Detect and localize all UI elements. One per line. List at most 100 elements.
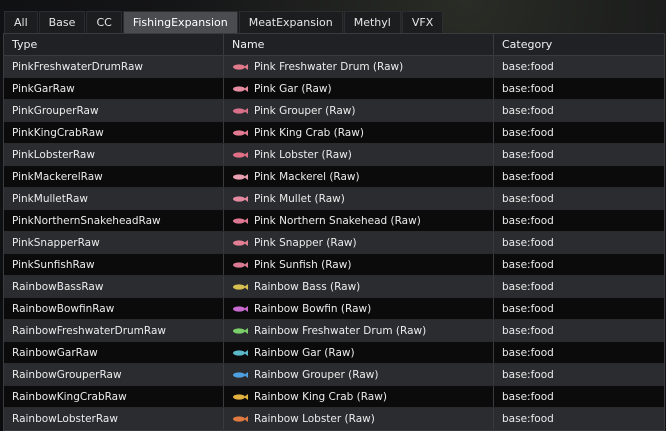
- table-row[interactable]: RainbowFreshwaterDrumRaw Rainbow Freshwat…: [4, 320, 664, 342]
- type-cell: PinkSnapperRaw: [4, 232, 224, 253]
- category-cell: base:food: [502, 104, 554, 117]
- items-table: Type Name Category PinkFreshwaterDrumRaw…: [3, 33, 665, 431]
- name-cell: Pink Northern Snakehead (Raw): [224, 210, 494, 231]
- category-cell: base:food: [502, 258, 554, 271]
- pink-fish-icon: [233, 217, 248, 224]
- name-cell: Rainbow Lobster (Raw): [224, 408, 494, 429]
- item-name: Pink Mullet (Raw): [254, 192, 345, 205]
- table-body: PinkFreshwaterDrumRaw Pink Freshwater Dru…: [4, 56, 664, 430]
- table-row[interactable]: RainbowGarRaw Rainbow Gar (Raw) base:food: [4, 342, 664, 364]
- name-cell: Pink Mullet (Raw): [224, 188, 494, 209]
- category-cell: base:food: [502, 214, 554, 227]
- name-cell: Rainbow Bass (Raw): [224, 276, 494, 297]
- tab-all[interactable]: All: [4, 11, 38, 33]
- column-header-type[interactable]: Type: [4, 34, 224, 55]
- tab-fishingexpansion[interactable]: FishingExpansion: [122, 11, 238, 33]
- type-cell: PinkSunfishRaw: [4, 254, 224, 275]
- pink-lobster-icon: [233, 151, 248, 158]
- name-cell: Rainbow King Crab (Raw): [224, 386, 494, 407]
- table-row[interactable]: PinkFreshwaterDrumRaw Pink Freshwater Dru…: [4, 56, 664, 78]
- item-name: Pink Northern Snakehead (Raw): [254, 214, 421, 227]
- category-cell: base:food: [502, 236, 554, 249]
- table-header: Type Name Category: [4, 34, 664, 56]
- item-name: Pink Sunfish (Raw): [254, 258, 352, 271]
- table-row[interactable]: RainbowBowfinRaw Rainbow Bowfin (Raw) base…: [4, 298, 664, 320]
- category-cell: base:food: [502, 148, 554, 161]
- item-name: Rainbow Bowfin (Raw): [254, 302, 372, 315]
- table-row[interactable]: PinkMackerelRaw Pink Mackerel (Raw) base:f…: [4, 166, 664, 188]
- table-row[interactable]: PinkSunfishRaw Pink Sunfish (Raw) base:foo…: [4, 254, 664, 276]
- rainbow-fish-icon: [233, 283, 248, 290]
- type-cell: RainbowBassRaw: [4, 276, 224, 297]
- table-row[interactable]: PinkMulletRaw Pink Mullet (Raw) base:food: [4, 188, 664, 210]
- name-cell: Pink Gar (Raw): [224, 78, 494, 99]
- pink-fish-icon: [233, 107, 248, 114]
- item-name: Pink Mackerel (Raw): [254, 170, 360, 183]
- table-row[interactable]: RainbowGrouperRaw Rainbow Grouper (Raw) ba…: [4, 364, 664, 386]
- category-cell: base:food: [502, 368, 554, 381]
- item-name: Rainbow Lobster (Raw): [254, 412, 375, 425]
- category-cell: base:food: [502, 390, 554, 403]
- item-name: Rainbow Gar (Raw): [254, 346, 355, 359]
- name-cell: Pink Sunfish (Raw): [224, 254, 494, 275]
- pink-fish-icon: [233, 85, 248, 92]
- mod-filter-tabs: All Base CC FishingExpansion MeatExpansion Me…: [4, 11, 444, 33]
- table-row[interactable]: PinkNorthernSnakeheadRaw Pink Northern Sn…: [4, 210, 664, 232]
- type-cell: PinkMackerelRaw: [4, 166, 224, 187]
- rainbow-crab-icon: [233, 393, 248, 400]
- rainbow-lobster-icon: [233, 415, 248, 422]
- table-row[interactable]: PinkGarRaw Pink Gar (Raw) base:food: [4, 78, 664, 100]
- type-cell: PinkFreshwaterDrumRaw: [4, 56, 224, 77]
- item-name: Pink King Crab (Raw): [254, 126, 364, 139]
- table-row[interactable]: RainbowLobsterRaw Rainbow Lobster (Raw) ba…: [4, 408, 664, 430]
- name-cell: Pink Grouper (Raw): [224, 100, 494, 121]
- name-cell: Rainbow Gar (Raw): [224, 342, 494, 363]
- category-cell: base:food: [502, 280, 554, 293]
- table-row[interactable]: PinkGrouperRaw Pink Grouper (Raw) base:foo…: [4, 100, 664, 122]
- name-cell: Pink Mackerel (Raw): [224, 166, 494, 187]
- name-cell: Rainbow Grouper (Raw): [224, 364, 494, 385]
- tab-meatexpansion[interactable]: MeatExpansion: [238, 11, 343, 33]
- table-row[interactable]: PinkSnapperRaw Pink Snapper (Raw) base:foo…: [4, 232, 664, 254]
- item-name: Rainbow King Crab (Raw): [254, 390, 387, 403]
- table-row[interactable]: PinkLobsterRaw Pink Lobster (Raw) base:foo…: [4, 144, 664, 166]
- item-browser-window: All Base CC FishingExpansion MeatExpansion Me…: [0, 0, 666, 431]
- tab-cc[interactable]: CC: [86, 11, 122, 33]
- pink-fish-icon: [233, 195, 248, 202]
- type-cell: RainbowBowfinRaw: [4, 298, 224, 319]
- type-cell: RainbowGrouperRaw: [4, 364, 224, 385]
- type-cell: PinkMulletRaw: [4, 188, 224, 209]
- rainbow-fish-icon: [233, 349, 248, 356]
- tab-base[interactable]: Base: [38, 11, 86, 33]
- pink-fish-icon: [233, 261, 248, 268]
- rainbow-fish-icon: [233, 371, 248, 378]
- category-cell: base:food: [502, 346, 554, 359]
- item-name: Pink Snapper (Raw): [254, 236, 357, 249]
- pink-fish-icon: [233, 173, 248, 180]
- category-cell: base:food: [502, 192, 554, 205]
- tab-methyl[interactable]: Methyl: [343, 11, 401, 33]
- type-cell: RainbowKingCrabRaw: [4, 386, 224, 407]
- name-cell: Rainbow Freshwater Drum (Raw): [224, 320, 494, 341]
- type-cell: PinkKingCrabRaw: [4, 122, 224, 143]
- tab-vfx[interactable]: VFX: [401, 11, 444, 33]
- column-header-category[interactable]: Category: [494, 34, 664, 55]
- category-cell: base:food: [502, 60, 554, 73]
- item-name: Rainbow Grouper (Raw): [254, 368, 379, 381]
- table-row[interactable]: PinkKingCrabRaw Pink King Crab (Raw) base:…: [4, 122, 664, 144]
- name-cell: Rainbow Bowfin (Raw): [224, 298, 494, 319]
- item-name: Rainbow Freshwater Drum (Raw): [254, 324, 427, 337]
- column-header-name[interactable]: Name: [224, 34, 494, 55]
- category-cell: base:food: [502, 82, 554, 95]
- rainbow-fish-icon: [233, 327, 248, 334]
- category-cell: base:food: [502, 412, 554, 425]
- table-row[interactable]: RainbowKingCrabRaw Rainbow King Crab (Raw…: [4, 386, 664, 408]
- table-row[interactable]: RainbowBassRaw Rainbow Bass (Raw) base:foo…: [4, 276, 664, 298]
- item-name: Pink Lobster (Raw): [254, 148, 352, 161]
- name-cell: Pink King Crab (Raw): [224, 122, 494, 143]
- name-cell: Pink Snapper (Raw): [224, 232, 494, 253]
- pink-fish-icon: [233, 239, 248, 246]
- item-name: Pink Grouper (Raw): [254, 104, 356, 117]
- rainbow-fish-icon: [233, 305, 248, 312]
- item-name: Rainbow Bass (Raw): [254, 280, 361, 293]
